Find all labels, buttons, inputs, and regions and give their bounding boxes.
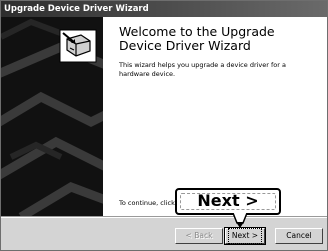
next-button-label: Next > (227, 228, 263, 244)
button-separator (1, 216, 327, 218)
cancel-button-label: Cancel (286, 231, 312, 240)
hardware-wizard-icon (59, 29, 97, 63)
back-button-label: < Back (185, 231, 213, 240)
next-button[interactable]: Next > (224, 227, 266, 245)
window-title: Upgrade Device Driver Wizard (1, 1, 327, 17)
wizard-content: Welcome to the Upgrade Device Driver Wiz… (103, 17, 327, 216)
callout-label: Next > (197, 191, 259, 210)
next-callout: Next > (175, 188, 281, 215)
back-button[interactable]: < Back (175, 228, 223, 244)
wizard-window: Upgrade Device Driver Wizard Welcome to … (0, 0, 328, 251)
wizard-sidebar (1, 17, 103, 216)
wizard-heading: Welcome to the Upgrade Device Driver Wiz… (119, 24, 275, 53)
cancel-button[interactable]: Cancel (275, 228, 323, 244)
callout-pointer-arrow (232, 213, 248, 228)
wizard-description: This wizard helps you upgrade a device d… (119, 61, 286, 78)
